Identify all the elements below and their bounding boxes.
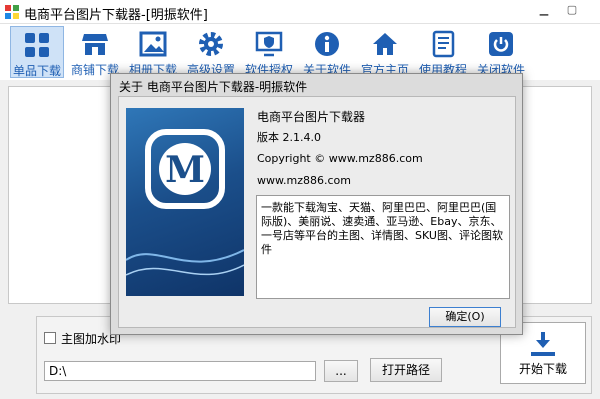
tab-store-download[interactable]: 商铺下载 xyxy=(68,26,122,78)
start-download-label: 开始下载 xyxy=(518,362,567,376)
window-title: 电商平台图片下载器-[明振软件] xyxy=(24,8,208,23)
minimize-button[interactable]: ▁ xyxy=(530,0,558,20)
book-icon xyxy=(432,30,455,58)
app-logo: M xyxy=(126,108,244,296)
grid-icon xyxy=(25,33,49,57)
app-icon xyxy=(5,5,19,19)
tab-label: 单品下载 xyxy=(12,64,61,78)
info-icon xyxy=(315,32,339,56)
monitor-shield-icon xyxy=(255,31,283,57)
tab-close-software[interactable]: 关闭软件 xyxy=(474,26,528,78)
tab-album-download[interactable]: 相册下载 xyxy=(126,26,180,78)
image-icon xyxy=(139,31,167,57)
about-dialog: 关于 电商平台图片下载器-明振软件 M 电商平台图片下载器 版本 2.1.4.0… xyxy=(110,73,523,335)
about-copyright: Copyright © www.mz886.com xyxy=(257,152,423,165)
dialog-title: 关于 电商平台图片下载器-明振软件 xyxy=(119,80,308,94)
home-icon xyxy=(373,33,397,55)
tab-tutorial[interactable]: 使用教程 xyxy=(416,26,470,78)
logo-m-icon: M xyxy=(145,129,225,209)
about-version: 版本 2.1.4.0 xyxy=(257,131,321,144)
ok-button[interactable]: 确定(O) xyxy=(429,307,501,327)
toolbar: 单品下载 商铺下载 相册下载 高级设置 软件授权 关于软件 官方主页 使用教程 … xyxy=(0,24,600,80)
download-icon xyxy=(531,332,555,356)
open-path-button[interactable]: 打开路径 xyxy=(370,358,442,382)
save-path-input[interactable]: D:\ xyxy=(44,361,316,381)
power-icon xyxy=(489,32,513,56)
about-app-name: 电商平台图片下载器 xyxy=(257,110,366,124)
tab-advanced-settings[interactable]: 高级设置 xyxy=(184,26,238,78)
maximize-button[interactable]: ▢ xyxy=(558,0,586,20)
about-website: www.mz886.com xyxy=(257,174,351,187)
tab-license[interactable]: 软件授权 xyxy=(242,26,296,78)
tab-single-download[interactable]: 单品下载 xyxy=(10,26,64,78)
title-bar: 电商平台图片下载器-[明振软件] ▁ ▢ xyxy=(0,0,600,24)
browse-button[interactable]: ... xyxy=(324,360,358,382)
tab-about[interactable]: 关于软件 xyxy=(300,26,354,78)
watermark-checkbox[interactable] xyxy=(44,332,56,344)
logo-slogan xyxy=(126,249,244,276)
svg-text:M: M xyxy=(165,149,205,191)
about-description: 一款能下载淘宝、天猫、阿里巴巴、阿里巴巴(国际版)、美丽说、速卖通、亚马逊、Eb… xyxy=(256,195,510,299)
store-icon xyxy=(82,34,108,55)
tab-homepage[interactable]: 官方主页 xyxy=(358,26,412,78)
gear-icon xyxy=(199,32,223,56)
